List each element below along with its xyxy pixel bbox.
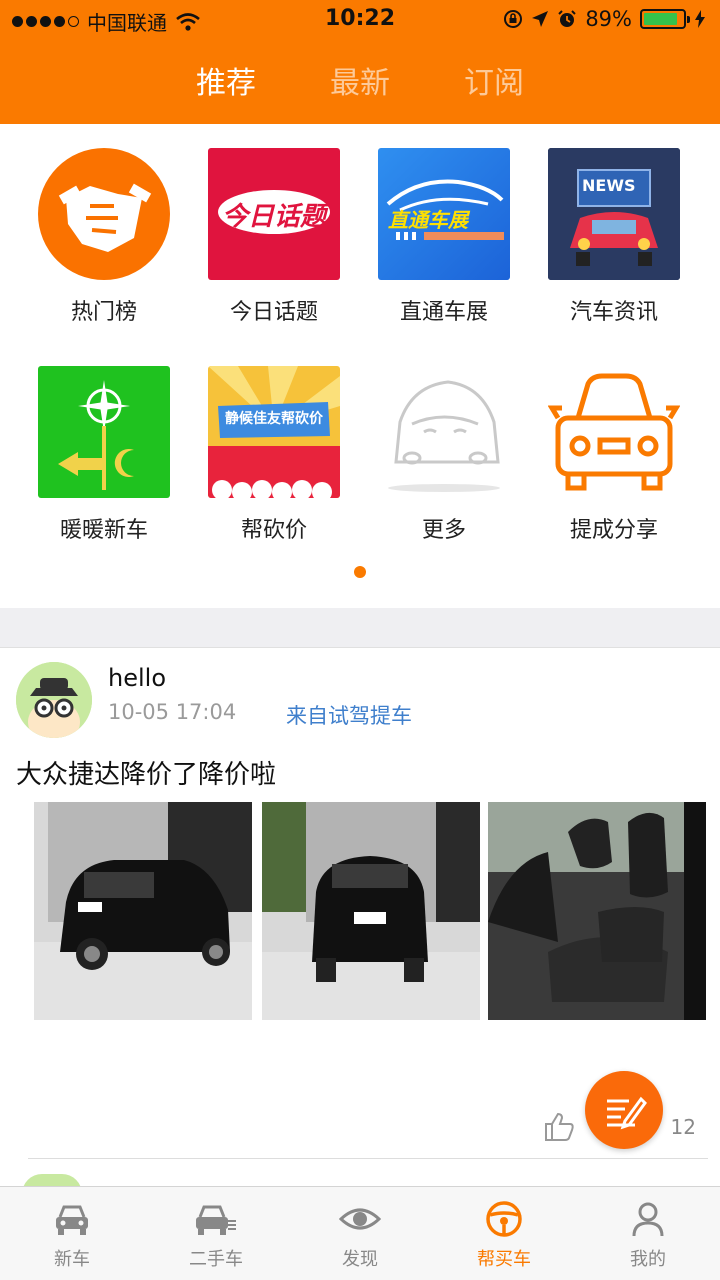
grid-item-car-show[interactable]: 直通车展 直通车展 [359, 148, 529, 326]
tab-latest[interactable]: 最新 [330, 58, 390, 102]
post-text: 大众捷达降价了降价啦 [16, 760, 277, 790]
post-photo-car-rear-side[interactable] [34, 802, 252, 1020]
rotation-lock-icon [504, 10, 523, 28]
more-car-icon [378, 366, 510, 498]
bargain-icon-text: 静候佳友帮砍价 [225, 411, 323, 427]
car-icon [56, 1205, 88, 1235]
grid-item-commission-share[interactable]: 提成分享 [529, 366, 699, 544]
grid-item-label: 暖暖新车 [59, 518, 148, 543]
car-news-icon: NEWS [548, 148, 680, 280]
grid-item-warm-new-car[interactable]: 暖暖新车 [19, 366, 189, 544]
car-show-icon-text: 直通车展 [388, 208, 468, 232]
nav-label: 新车 [54, 1249, 90, 1270]
grid-item-bargain[interactable]: 静候佳友帮砍价 帮砍价 [189, 366, 359, 544]
tab-subscribe[interactable]: 订阅 [464, 58, 524, 102]
handshake-icon [38, 148, 170, 280]
post-photos [34, 802, 706, 1020]
top-tabs: 推荐 最新 订阅 [0, 58, 720, 102]
battery-icon [640, 9, 690, 29]
steering-wheel-icon [486, 1201, 522, 1237]
commission-car-icon [548, 366, 680, 498]
bargain-icon: 静候佳友帮砍价 [208, 366, 340, 498]
thumbs-up-icon[interactable] [542, 1110, 576, 1144]
nav-mine[interactable]: 我的 [576, 1187, 720, 1280]
header: 中国联通 10:22 89% 推荐 最新 订阅 [0, 0, 720, 124]
car-show-icon: 直通车展 [378, 148, 510, 280]
alarm-icon [558, 10, 577, 27]
nav-label: 二手车 [189, 1249, 243, 1270]
feature-grid: 热门榜 今日话题 今日话题 直通车展 直通车展 NEWS 汽车资讯 暖暖新车 静… [0, 124, 720, 608]
post-photo-car-interior[interactable] [488, 802, 706, 1020]
nav-label: 帮买车 [477, 1249, 531, 1270]
grid-item-car-news[interactable]: NEWS 汽车资讯 [529, 148, 699, 326]
grid-item-hot-list[interactable]: 热门榜 [19, 148, 189, 326]
nav-used-car[interactable]: 二手车 [144, 1187, 288, 1280]
status-right: 89% [503, 7, 706, 31]
grid-item-label: 今日话题 [229, 300, 318, 325]
post-source-link[interactable]: 来自试驾提车 [286, 700, 412, 730]
topic-icon-text: 今日话题 [221, 202, 326, 232]
nav-label: 发现 [342, 1249, 378, 1270]
status-bar: 中国联通 10:22 89% [0, 0, 720, 40]
grid-item-more[interactable]: 更多 [359, 366, 529, 544]
avatar[interactable] [16, 662, 92, 738]
used-car-icon [196, 1205, 236, 1235]
post-separator [28, 1158, 708, 1159]
location-icon [532, 11, 549, 27]
grid-item-today-topic[interactable]: 今日话题 今日话题 [189, 148, 359, 326]
nav-buy-car[interactable]: 帮买车 [432, 1187, 576, 1280]
grid-item-label: 直通车展 [399, 300, 488, 325]
grid-item-label: 汽车资讯 [569, 300, 658, 325]
nav-new-car[interactable]: 新车 [0, 1187, 144, 1280]
page-indicator [354, 566, 366, 578]
grid-item-label: 帮砍价 [240, 518, 307, 543]
battery-percent: 89% [585, 7, 632, 31]
nav-discover[interactable]: 发现 [288, 1187, 432, 1280]
eye-icon [339, 1208, 381, 1230]
comment-count: 12 [670, 1115, 696, 1139]
car-news-icon-text: NEWS [582, 176, 636, 195]
section-divider [0, 608, 720, 648]
compose-button[interactable] [585, 1071, 663, 1149]
compose-icon [607, 1096, 647, 1130]
post-username[interactable]: hello [108, 664, 166, 692]
tab-recommend[interactable]: 推荐 [196, 58, 256, 102]
grid-item-label: 热门榜 [70, 300, 137, 325]
grid-item-label: 提成分享 [569, 518, 658, 543]
post-photo-car-rear[interactable] [262, 802, 480, 1020]
bottom-nav: 新车 二手车 发现 帮买车 我的 [0, 1186, 720, 1280]
compass-icon [38, 366, 170, 498]
post-time: 10-05 17:04 [108, 700, 237, 724]
topic-icon: 今日话题 [208, 148, 340, 280]
user-icon [632, 1202, 664, 1237]
nav-label: 我的 [630, 1249, 666, 1270]
grid-item-label: 更多 [421, 518, 466, 543]
charging-icon [695, 10, 705, 28]
